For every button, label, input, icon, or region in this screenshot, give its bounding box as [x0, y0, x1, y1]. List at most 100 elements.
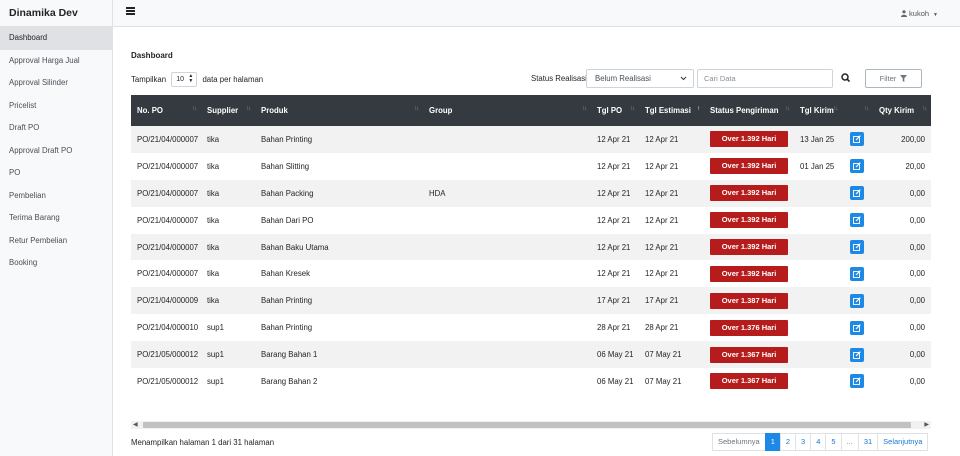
- cell-no-po: PO/21/05/000012: [137, 376, 199, 386]
- scrollbar-thumb[interactable]: [143, 422, 911, 428]
- page-size-select[interactable]: 10 ▲ ▼: [171, 72, 198, 88]
- sidebar-item-pricelist[interactable]: Pricelist: [0, 95, 112, 118]
- po-table: No. PO ↑↓ Supplier ↑↓ Produk ↑↓ Group ↑↓ Tgl PO ↑…: [131, 95, 931, 395]
- edit-icon[interactable]: [850, 132, 864, 147]
- filter-button[interactable]: Filter: [865, 69, 922, 88]
- cell-action[interactable]: [842, 126, 873, 153]
- cell-produk: Bahan Packing: [261, 188, 314, 198]
- cell-supplier: tika: [207, 296, 220, 306]
- cell-action[interactable]: [842, 207, 873, 234]
- prev-page-button[interactable]: Sebelumnya: [712, 433, 766, 451]
- column-header[interactable]: No. PO ↑↓: [131, 95, 201, 126]
- column-header-label: Tgl PO: [597, 106, 623, 115]
- page-size-value: 10: [176, 76, 185, 84]
- cell-tgl-est: 12 Apr 21: [645, 242, 679, 252]
- scroll-left-icon[interactable]: ◀: [133, 421, 138, 429]
- cell-tgl-est: 28 Apr 21: [645, 323, 679, 333]
- page-button[interactable]: 1: [764, 433, 781, 451]
- cell-qty: 0,00: [909, 350, 925, 360]
- column-header[interactable]: Qty Kirim ↑↓: [873, 95, 931, 126]
- sidebar-item-booking[interactable]: Booking: [0, 252, 112, 275]
- column-header[interactable]: ↑↓: [842, 95, 873, 126]
- page-button[interactable]: 5: [825, 433, 842, 451]
- cell-action[interactable]: [842, 180, 873, 207]
- sidebar-item-dashboard[interactable]: Dashboard: [0, 27, 112, 50]
- column-header[interactable]: Supplier ↑↓: [201, 95, 255, 126]
- column-header[interactable]: Tgl PO ↑↓: [591, 95, 639, 126]
- cell-action[interactable]: [842, 153, 873, 180]
- cell-no-po: PO/21/05/000012: [137, 350, 199, 360]
- horizontal-scrollbar[interactable]: ◀ ▶: [131, 421, 931, 429]
- cell-action[interactable]: [842, 234, 873, 261]
- column-header[interactable]: Group ↑↓: [423, 95, 591, 126]
- sidebar-item-draft-po[interactable]: Draft PO: [0, 117, 112, 140]
- column-header-label: Produk: [261, 106, 288, 115]
- cell-action[interactable]: [842, 341, 873, 368]
- edit-icon[interactable]: [850, 266, 864, 281]
- sidebar-item-po[interactable]: PO: [0, 162, 112, 185]
- edit-icon[interactable]: [850, 320, 864, 335]
- sort-icon: ↑↓: [922, 106, 927, 112]
- person-icon: [901, 10, 908, 17]
- column-header-label: Tgl Kirim: [800, 106, 834, 115]
- edit-icon[interactable]: [850, 347, 864, 362]
- cell-tgl-kirim: [794, 368, 842, 395]
- search-input[interactable]: [697, 69, 833, 88]
- pagination-info: Menampilkan halaman 1 dari 31 halaman: [131, 438, 275, 447]
- scroll-right-icon[interactable]: ▶: [924, 421, 929, 429]
- next-page-button[interactable]: Selanjutnya: [877, 433, 929, 451]
- hamburger-icon[interactable]: [126, 7, 135, 16]
- user-menu[interactable]: kukoh ▼: [901, 9, 938, 18]
- sidebar-item-terima-barang[interactable]: Terima Barang: [0, 207, 112, 230]
- cell-supplier: tika: [207, 269, 220, 279]
- cell-supplier: sup1: [207, 350, 224, 360]
- column-header[interactable]: Status Pengiriman ↑↓: [704, 95, 794, 126]
- page-button[interactable]: 2: [779, 433, 797, 451]
- sort-icon: ↑↓: [630, 106, 635, 112]
- sidebar-item-approval-harga-jual[interactable]: Approval Harga Jual: [0, 50, 112, 73]
- cell-no-po: PO/21/04/000007: [137, 215, 199, 225]
- edit-icon[interactable]: [850, 293, 864, 308]
- sidebar-item-approval-silinder[interactable]: Approval Silinder: [0, 72, 112, 95]
- sort-icon: ↑↓: [414, 106, 419, 112]
- edit-icon[interactable]: [850, 186, 864, 201]
- column-header-label: Status Pengiriman: [710, 106, 779, 115]
- updown-icon: ▲ ▼: [188, 73, 194, 85]
- page-button[interactable]: 3: [795, 433, 812, 451]
- edit-icon[interactable]: [850, 374, 864, 389]
- column-header[interactable]: Tgl Kirim ↑↓: [794, 95, 842, 126]
- sidebar-item-pembelian[interactable]: Pembelian: [0, 185, 112, 208]
- table-row: PO/21/04/000007 tika Bahan Printing 12 Apr …: [131, 126, 931, 153]
- edit-icon[interactable]: [850, 213, 864, 228]
- page-button[interactable]: ...: [840, 433, 859, 451]
- table-row: PO/21/05/000012 sup1 Barang Bahan 1 06 May …: [131, 341, 931, 369]
- edit-icon[interactable]: [850, 240, 864, 254]
- edit-icon[interactable]: [850, 159, 864, 174]
- show-label: Tampilkan: [131, 75, 167, 84]
- sort-icon: ↑↓: [246, 106, 251, 112]
- cell-tgl-po: 12 Apr 21: [597, 242, 631, 252]
- cell-status: Over 1.376 Hari: [704, 314, 794, 341]
- column-header[interactable]: Produk ↑↓: [255, 95, 423, 126]
- cell-tgl-po: 12 Apr 21: [597, 269, 631, 279]
- cell-supplier: tika: [207, 215, 220, 225]
- column-header-label: Group: [429, 106, 453, 115]
- status-select[interactable]: Belum Realisasi: [586, 69, 694, 88]
- cell-tgl-est: 12 Apr 21: [645, 215, 679, 225]
- cell-supplier: sup1: [207, 376, 224, 386]
- search-icon[interactable]: [839, 71, 853, 85]
- page-button[interactable]: 4: [810, 433, 827, 451]
- status-badge: Over 1.392 Hari: [710, 212, 788, 229]
- cell-tgl-po: 28 Apr 21: [597, 323, 631, 333]
- sidebar-item-approval-draft-po[interactable]: Approval Draft PO: [0, 140, 112, 163]
- sidebar-item-retur-pembelian[interactable]: Retur Pembelian: [0, 230, 112, 253]
- column-header[interactable]: Tgl Estimasi ↑: [639, 95, 704, 126]
- page-button[interactable]: 31: [857, 433, 879, 451]
- status-badge: Over 1.392 Hari: [710, 239, 788, 255]
- cell-action[interactable]: [842, 260, 873, 287]
- cell-action[interactable]: [842, 368, 873, 395]
- topbar: kukoh ▼: [113, 0, 960, 27]
- cell-action[interactable]: [842, 287, 873, 314]
- cell-action[interactable]: [842, 314, 873, 341]
- cell-tgl-est: 12 Apr 21: [645, 188, 679, 198]
